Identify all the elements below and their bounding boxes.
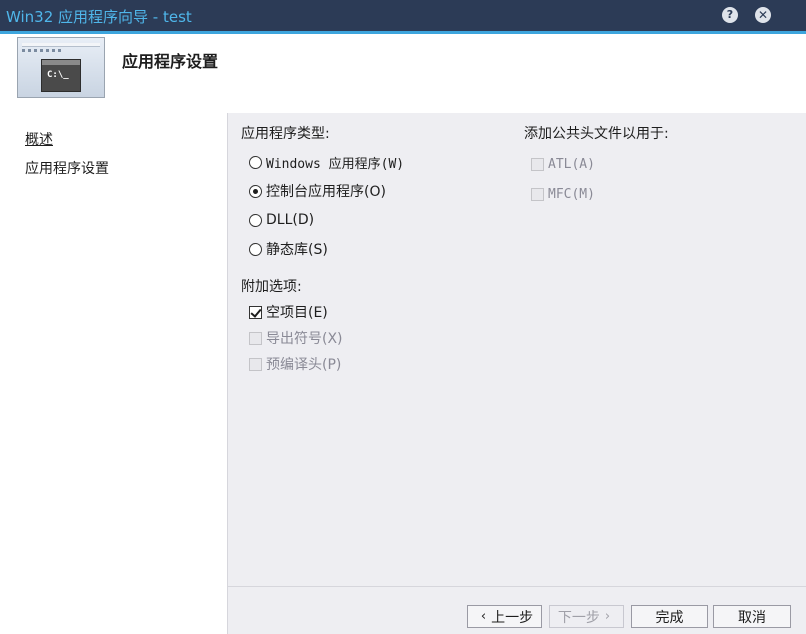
previous-button-label: 上一步 [491,609,534,626]
wizard-footer: ‹ 上一步 下一步 › 完成 取消 [227,586,806,634]
chevron-right-icon: › [604,609,611,624]
wizard-header: C:\_ 应用程序设置 [0,34,806,113]
finish-button[interactable]: 完成 [631,605,708,628]
app-type-label: 应用程序类型: [241,126,330,142]
radio-static-lib-indicator[interactable] [249,242,262,256]
radio-console-app[interactable]: 控制台应用程序(O) [249,182,386,200]
checkbox-precompiled-header-label: 预编译头(P) [266,357,342,373]
radio-console-app-label: 控制台应用程序(O) [266,184,386,200]
next-button: 下一步 › [549,605,624,628]
wizard-sidebar: 概述 应用程序设置 [0,113,227,634]
checkbox-precompiled-header: 预编译头(P) [249,355,341,373]
checkbox-empty-project[interactable]: 空项目(E) [249,303,328,321]
radio-windows-app-indicator[interactable] [249,155,262,169]
logo-toolbar [22,49,62,52]
checkbox-export-symbols: 导出符号(X) [249,329,343,347]
radio-windows-app-label: Windows 应用程序(W) [266,156,405,172]
checkbox-mfc-label: MFC(M) [548,186,595,202]
help-icon[interactable]: ? [722,7,738,23]
radio-static-lib-label: 静态库(S) [266,242,328,258]
chevron-left-icon: ‹ [480,609,487,624]
checkbox-export-symbols-box [249,331,262,345]
radio-static-lib[interactable]: 静态库(S) [249,240,328,258]
previous-button[interactable]: ‹ 上一步 [467,605,542,628]
checkbox-mfc: MFC(M) [531,185,595,203]
console-app-logo-icon: C:\_ [17,37,105,98]
settings-panel: 应用程序类型: Windows 应用程序(W) 控制台应用程序(O) DLL(D… [227,113,806,586]
next-button-label: 下一步 [557,609,600,626]
checkbox-mfc-box [531,187,544,201]
cancel-button-label: 取消 [738,609,766,626]
window-title: Win32 应用程序向导 - test [6,8,192,26]
radio-dll[interactable]: DLL(D) [249,211,314,229]
checkbox-empty-project-box[interactable] [249,305,262,319]
logo-menubar [22,43,100,47]
checkbox-atl-label: ATL(A) [548,156,595,172]
sidebar-item-app-settings[interactable]: 应用程序设置 [25,158,109,178]
additional-options-label: 附加选项: [241,279,302,295]
logo-console-text: C:\_ [47,70,69,80]
close-icon[interactable]: ✕ [755,7,771,23]
radio-dll-label: DLL(D) [266,212,315,228]
cancel-button[interactable]: 取消 [713,605,791,628]
checkbox-precompiled-header-box [249,357,262,371]
radio-windows-app[interactable]: Windows 应用程序(W) [249,153,405,172]
radio-console-app-indicator[interactable] [249,184,262,198]
checkbox-empty-project-label: 空项目(E) [266,305,328,321]
checkbox-atl: ATL(A) [531,155,595,173]
page-title: 应用程序设置 [122,52,219,71]
checkbox-export-symbols-label: 导出符号(X) [266,331,343,347]
finish-button-label: 完成 [655,609,684,626]
radio-dll-indicator[interactable] [249,213,262,227]
logo-console-window: C:\_ [41,59,81,92]
sidebar-item-overview[interactable]: 概述 [25,129,53,149]
title-bar[interactable]: Win32 应用程序向导 - test ? ✕ [0,0,806,31]
common-headers-label: 添加公共头文件以用于: [524,126,669,142]
checkbox-atl-box [531,157,544,171]
